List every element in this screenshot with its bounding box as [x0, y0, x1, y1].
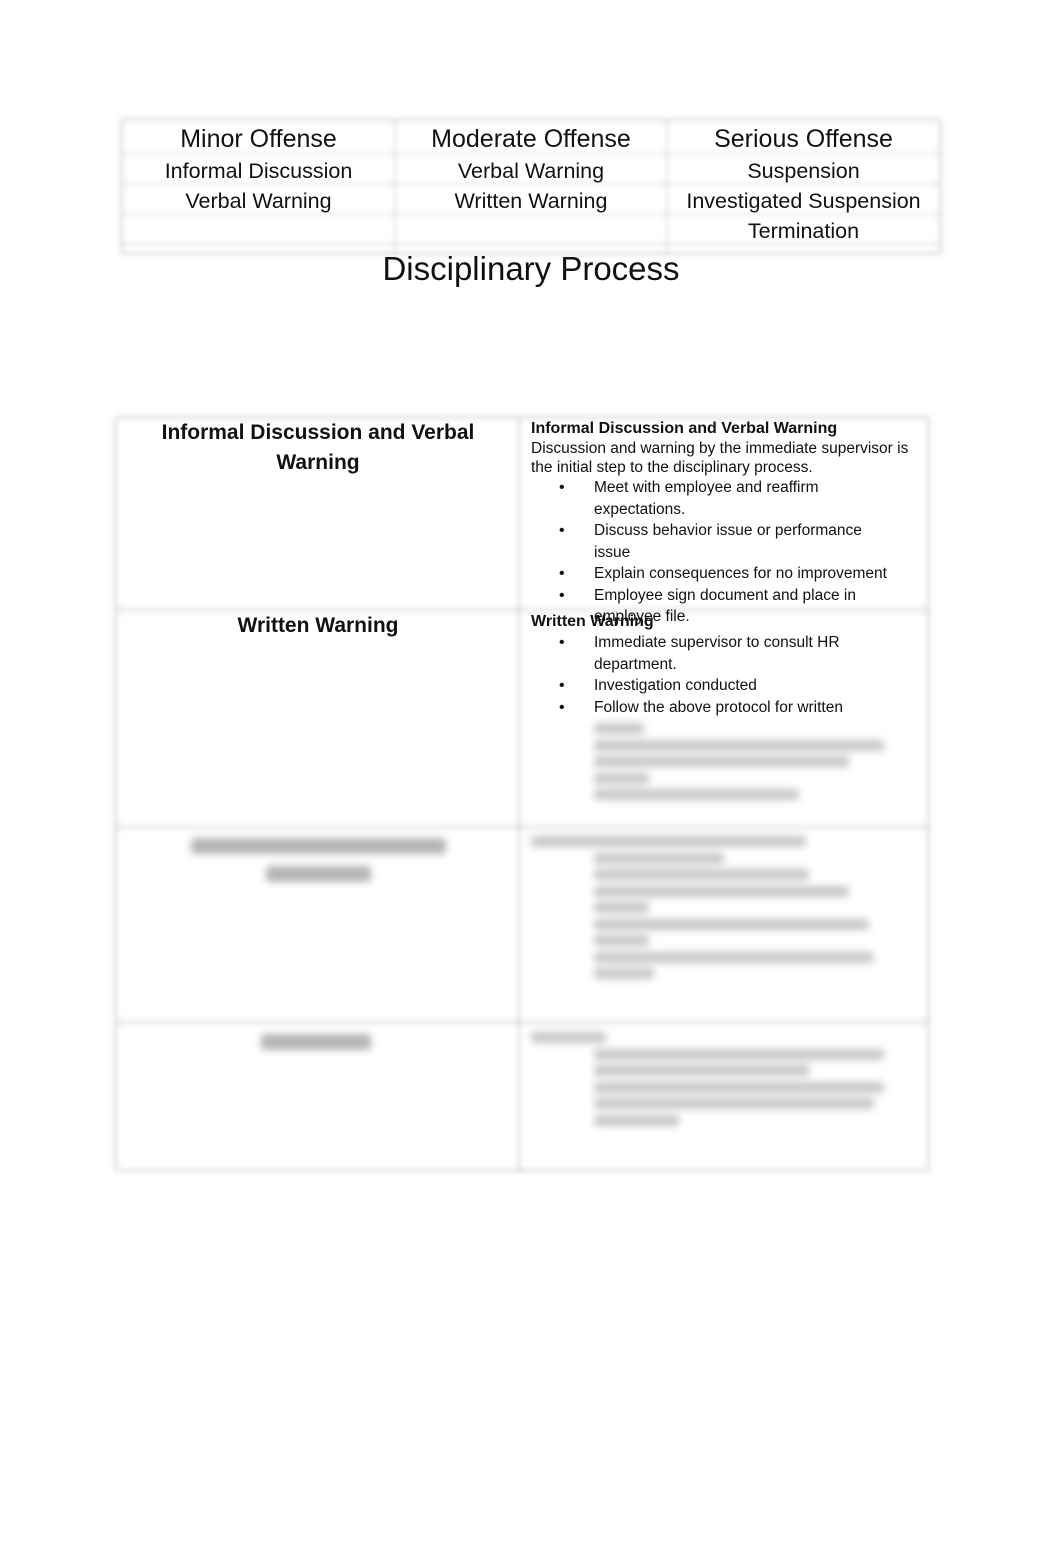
process-row-blurred — [116, 828, 928, 1020]
bullet-item: Meet with employee and reaffirm expectat… — [531, 477, 920, 520]
detail-heading: Informal Discussion and Verbal Warning — [531, 420, 838, 437]
page-title: Disciplinary Process — [382, 250, 680, 287]
detail-heading: Written Warning — [531, 613, 654, 630]
offense-levels-table: Minor Offense Informal Discussion Verbal… — [122, 120, 940, 253]
bullet-item: Investigation conducted — [531, 675, 920, 697]
detail-description: Discussion and warning by the immediate … — [531, 440, 909, 476]
column-item: Verbal Warning — [185, 189, 332, 213]
bullet-list: Immediate supervisor to consult HR depar… — [531, 632, 920, 718]
column-item: Verbal Warning — [457, 159, 605, 183]
column-item: Written Warning — [454, 189, 608, 213]
disciplinary-process-table: Informal Discussion and Verbal Warning I… — [116, 418, 928, 1170]
step-cell — [116, 828, 520, 1020]
column-item: Investigated Suspension — [686, 189, 921, 213]
bullet-item: Immediate supervisor to consult HR depar… — [531, 632, 920, 675]
column-item: Suspension — [747, 159, 860, 183]
process-row: Informal Discussion and Verbal Warning I… — [116, 418, 928, 625]
step-cell: Informal Discussion and Verbal Warning — [116, 418, 520, 610]
bullet-list: Meet with employee and reaffirm expectat… — [531, 477, 920, 628]
column-item: Informal Discussion — [164, 159, 353, 183]
bullet-item: Follow the above protocol for written — [531, 697, 920, 719]
serious-offense-column: Serious Offense Suspension Investigated … — [667, 120, 940, 253]
process-row: Written Warning Written Warning Immediat… — [116, 611, 928, 825]
column-heading: Serious Offense — [714, 125, 893, 153]
step-cell — [116, 1024, 520, 1170]
process-row-blurred — [116, 1024, 928, 1170]
blurred-content — [531, 723, 920, 800]
minor-offense-column: Minor Offense Informal Discussion Verbal… — [122, 120, 395, 253]
detail-cell — [520, 1024, 928, 1170]
step-cell: Written Warning — [116, 611, 520, 825]
bullet-item: Discuss behavior issue or performance is… — [531, 520, 920, 563]
moderate-offense-column: Moderate Offense Verbal Warning Written … — [395, 120, 667, 253]
column-heading: Moderate Offense — [431, 125, 631, 153]
detail-cell — [520, 828, 928, 1020]
bullet-item: Explain consequences for no improvement — [531, 563, 920, 585]
column-item: Termination — [747, 219, 860, 243]
column-heading: Minor Offense — [180, 125, 337, 153]
step-title: Informal Discussion and Verbal Warning — [161, 421, 475, 474]
step-title: Written Warning — [237, 614, 399, 637]
detail-cell: Informal Discussion and Verbal Warning D… — [520, 418, 928, 625]
detail-cell: Written Warning Immediate supervisor to … — [520, 611, 928, 825]
